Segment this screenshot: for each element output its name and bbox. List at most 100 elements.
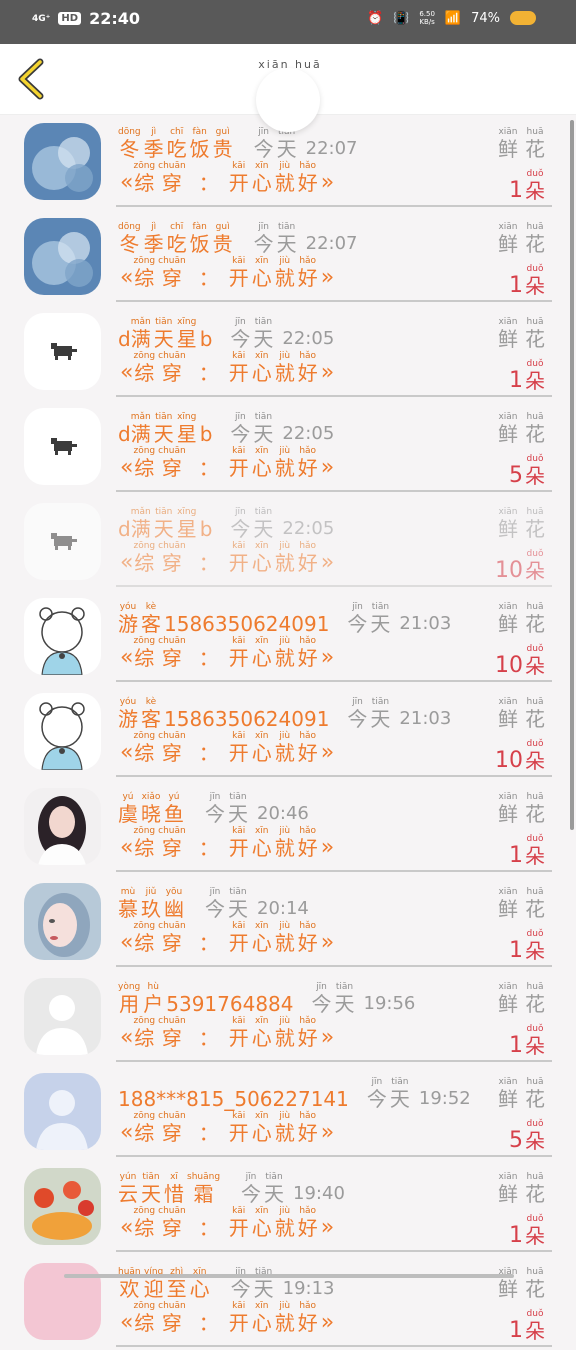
flower-char-pinyin: xiān bbox=[498, 792, 518, 802]
list-item[interactable]: yòng 用 hù 户 5391764884 jīn 今 tiān 天 19:56 «zōng 综 ch… bbox=[0, 970, 576, 1065]
today-char-pinyin: jīn bbox=[258, 127, 269, 137]
flower-char-char: 鲜 bbox=[498, 802, 518, 826]
battery-level: 74% bbox=[471, 10, 500, 26]
novel-char: chuān 穿 bbox=[158, 921, 186, 955]
sender-name-char: xīng 星 bbox=[177, 412, 197, 446]
time-value: 20:46 bbox=[257, 803, 309, 824]
novel-char-pinyin: xīn bbox=[254, 541, 269, 551]
novel-char-char: 穿 bbox=[161, 1216, 182, 1240]
flower-label: xiān 鲜 huā 花 bbox=[498, 887, 548, 921]
quote-close: » bbox=[320, 360, 335, 385]
home-indicator[interactable] bbox=[64, 1274, 514, 1278]
timestamp: jīn 今 tiān 天 20:46 bbox=[205, 792, 309, 826]
novel-title: «zōng 综 chuān 穿： kāi 开 xīn 心 jiù 就 hǎo 好» bbox=[120, 1206, 334, 1240]
list-item[interactable]: d mǎn 满 tiān 天 xīng 星 b jīn 今 tiān 天 22:05 «zōng 综 chuā… bbox=[0, 495, 576, 590]
avatar[interactable] bbox=[24, 313, 101, 390]
novel-char-char: 穿 bbox=[161, 741, 182, 765]
flower-char: xiān 鲜 bbox=[498, 1267, 518, 1301]
novel-char: zōng 综 bbox=[133, 1111, 155, 1145]
floating-assist-button[interactable] bbox=[256, 68, 320, 132]
novel-char-pinyin: kāi bbox=[232, 921, 246, 931]
sender-name-char-char: 天 bbox=[153, 327, 174, 351]
list-item[interactable]: dōng 冬 jì 季 chī 吃 fàn 饭 guì 贵 jīn 今 tiān 天 22:07 «zōng 综… bbox=[0, 210, 576, 305]
list-item[interactable]: yóu 游 kè 客 1586350624091 jīn 今 tiān 天 21:03 «zōng 综… bbox=[0, 590, 576, 685]
row-header: yú 虞 xiǎo 晓 yú 鱼 jīn 今 tiān 天 20:46 bbox=[118, 792, 309, 826]
list-item[interactable]: d mǎn 满 tiān 天 xīng 星 b jīn 今 tiān 天 22:05 «zōng 综 chuā… bbox=[0, 400, 576, 495]
list-item[interactable]: yún 云 tiān 天 xī 惜 shuāng 霜 jīn 今 tiān 天 19:40 «zōng 综 c… bbox=[0, 1160, 576, 1255]
novel-char: hǎo 好 bbox=[298, 636, 318, 670]
novel-char-char: 开 bbox=[228, 931, 249, 955]
quote-open: « bbox=[120, 740, 134, 765]
novel-char-char: 开 bbox=[228, 836, 249, 860]
novel-char-char: 就 bbox=[274, 931, 295, 955]
avatar[interactable] bbox=[24, 218, 101, 295]
novel-colon: ： bbox=[198, 456, 219, 480]
list-item[interactable]: mù 慕 jiǔ 玖 yōu 幽 jīn 今 tiān 天 20:14 «zōng 综 chuān 穿： kā… bbox=[0, 875, 576, 970]
flower-char: huā 花 bbox=[525, 887, 545, 921]
back-button[interactable] bbox=[14, 58, 50, 100]
emoji-icon bbox=[510, 11, 536, 25]
sender-name-char-pinyin: kè bbox=[145, 697, 157, 707]
avatar[interactable] bbox=[24, 788, 101, 865]
unit-char: duǒ 朵 bbox=[525, 1024, 545, 1058]
sender-name: yún 云 tiān 天 xī 惜 shuāng 霜 bbox=[118, 1172, 223, 1206]
novel-char-pinyin: jiù bbox=[279, 161, 291, 171]
list-item[interactable]: d mǎn 满 tiān 天 xīng 星 b jīn 今 tiān 天 22:05 «zōng 综 chuā… bbox=[0, 305, 576, 400]
today-char: jīn 今 bbox=[254, 222, 274, 256]
list-item[interactable]: 188***815_506227141 jīn 今 tiān 天 19:52 «zōng 综 c… bbox=[0, 1065, 576, 1160]
list-item[interactable]: yú 虞 xiǎo 晓 yú 鱼 jīn 今 tiān 天 20:46 «zōng 综 chuān 穿： kā… bbox=[0, 780, 576, 875]
sender-name-char-char: 季 bbox=[143, 137, 164, 161]
avatar[interactable] bbox=[24, 408, 101, 485]
quote-open: « bbox=[120, 1310, 134, 1335]
row-header: huān 欢 yíng 迎 zhì 至 xīn 心 jīn 今 tiān 天 19:13 bbox=[118, 1267, 335, 1301]
novel-char-char: 心 bbox=[251, 836, 272, 860]
flower-char-pinyin: huā bbox=[526, 1267, 544, 1277]
novel-char-char: 综 bbox=[134, 646, 155, 670]
novel-char-pinyin: chuān bbox=[158, 446, 186, 456]
avatar[interactable] bbox=[24, 503, 101, 580]
avatar[interactable] bbox=[24, 1168, 101, 1245]
flower-char-pinyin: huā bbox=[526, 697, 544, 707]
sender-name: d mǎn 满 tiān 天 xīng 星 b bbox=[118, 412, 212, 446]
gift-info: xiān 鲜 huā 花 10 duǒ 朵 bbox=[495, 507, 548, 583]
scrollbar[interactable] bbox=[570, 120, 574, 830]
today-char: tiān 天 bbox=[390, 1077, 410, 1111]
novel-title: «zōng 综 chuān 穿： kāi 开 xīn 心 jiù 就 hǎo 好» bbox=[120, 161, 334, 195]
unit-char-char: 朵 bbox=[525, 274, 545, 298]
unit-char-char: 朵 bbox=[525, 749, 545, 773]
sender-name-char-char: 户 bbox=[143, 992, 164, 1016]
flower-char-char: 花 bbox=[525, 707, 545, 731]
novel-char-char: 心 bbox=[251, 931, 272, 955]
flower-char-pinyin: xiān bbox=[498, 697, 518, 707]
sender-name-char: mù 慕 bbox=[118, 887, 138, 921]
sender-name-char: chī 吃 bbox=[167, 127, 187, 161]
novel-char: jiù 就 bbox=[275, 351, 295, 385]
unit-char-pinyin: duǒ bbox=[526, 454, 544, 464]
list-item[interactable]: yóu 游 kè 客 1586350624091 jīn 今 tiān 天 21:03 «zōng 综… bbox=[0, 685, 576, 780]
today-char-char: 今 bbox=[230, 517, 251, 541]
novel-char: jiù 就 bbox=[275, 636, 295, 670]
sender-name: d mǎn 满 tiān 天 xīng 星 b bbox=[118, 507, 212, 541]
sender-name-char-pinyin: mù bbox=[120, 887, 136, 897]
today-char-pinyin: tiān bbox=[391, 1077, 409, 1087]
today-char: tiān 天 bbox=[228, 792, 248, 826]
novel-char: kāi 开 bbox=[229, 161, 249, 195]
row-divider bbox=[116, 1345, 552, 1347]
avatar[interactable] bbox=[24, 1073, 101, 1150]
avatar[interactable] bbox=[24, 123, 101, 200]
today-char-char: 天 bbox=[228, 802, 248, 826]
flower-char-pinyin: huā bbox=[526, 792, 544, 802]
novel-char-pinyin: kāi bbox=[232, 161, 246, 171]
avatar[interactable] bbox=[24, 693, 101, 770]
novel-char: hǎo 好 bbox=[298, 1111, 318, 1145]
novel-char-char: 就 bbox=[274, 1121, 295, 1145]
list-item[interactable]: huān 欢 yíng 迎 zhì 至 xīn 心 jīn 今 tiān 天 19:13 «zōng 综 ch… bbox=[0, 1255, 576, 1350]
row-header: d mǎn 满 tiān 天 xīng 星 b jīn 今 tiān 天 22:05 bbox=[118, 317, 334, 351]
quote-close: » bbox=[320, 1310, 335, 1335]
avatar[interactable] bbox=[24, 978, 101, 1055]
avatar[interactable] bbox=[24, 598, 101, 675]
avatar[interactable] bbox=[24, 883, 101, 960]
sender-name-char-char: 满 bbox=[130, 422, 151, 446]
novel-colon: ： bbox=[198, 1026, 219, 1050]
alarm-icon: ⏰ bbox=[366, 10, 384, 26]
